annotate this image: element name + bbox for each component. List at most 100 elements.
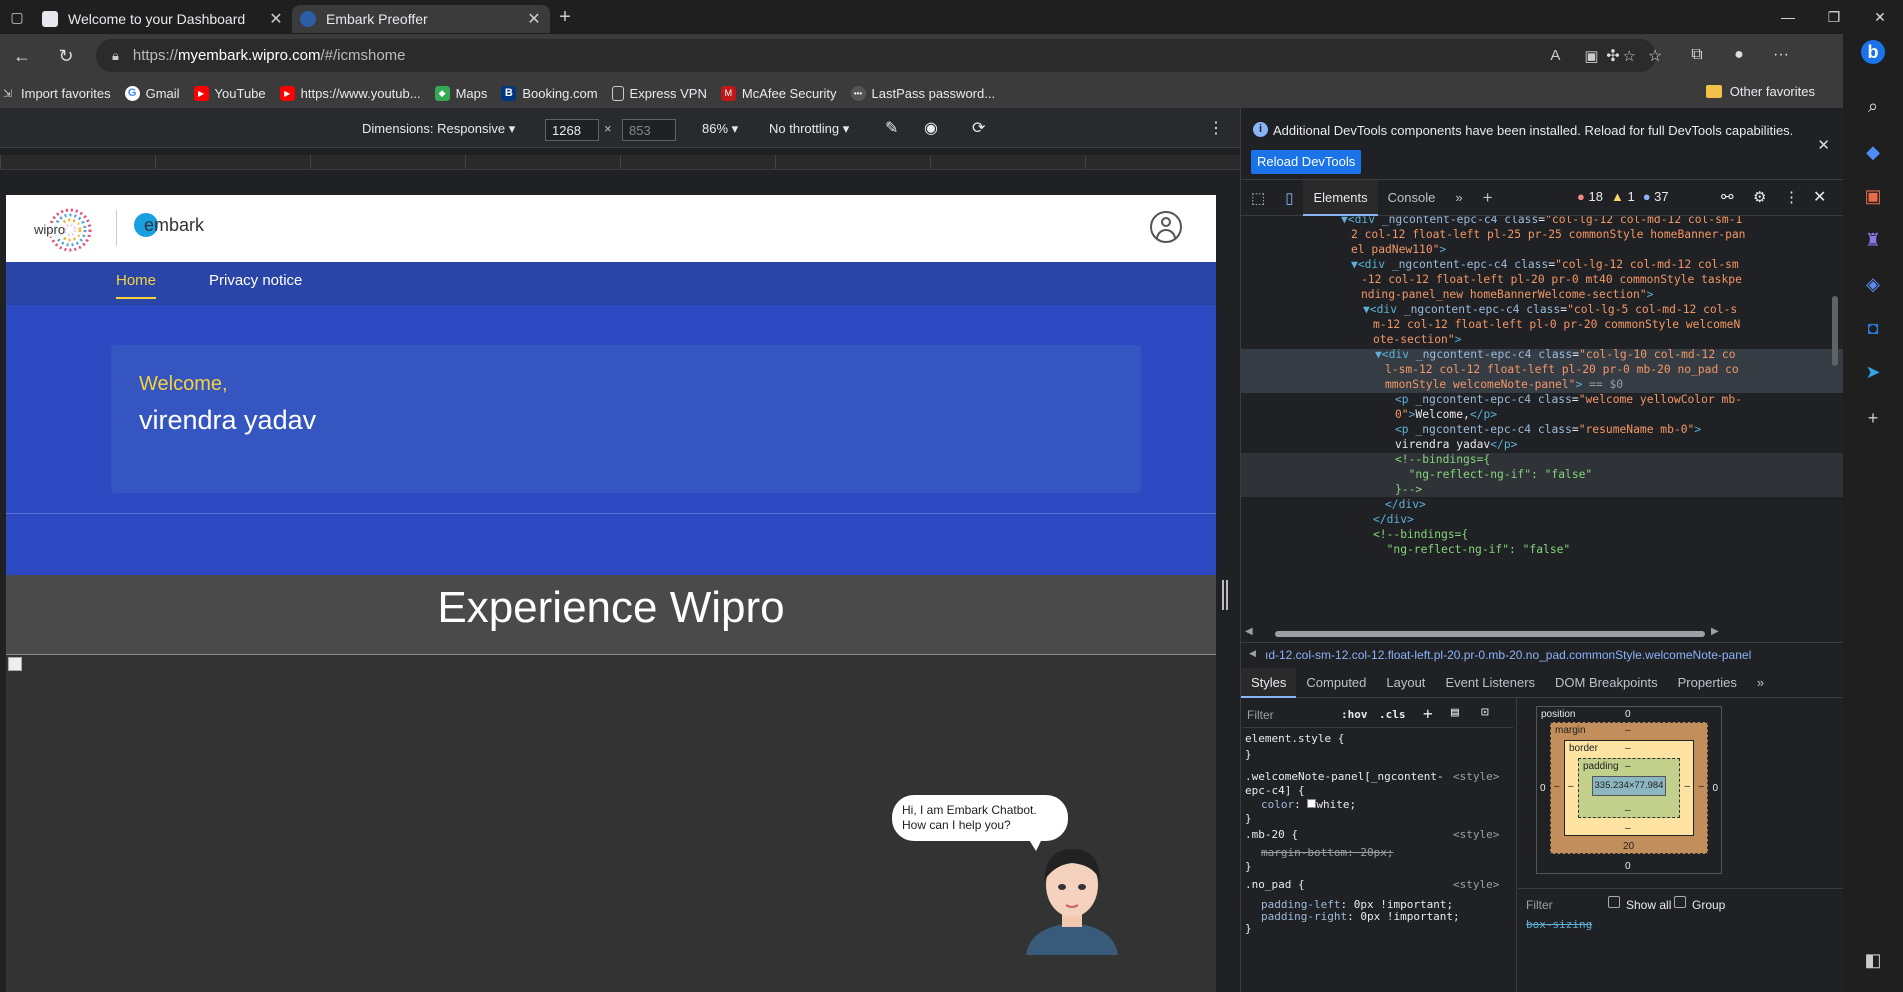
outlook-icon[interactable]: ◘: [1861, 316, 1885, 340]
close-tab-icon[interactable]: ✕: [268, 9, 284, 29]
hov-toggle[interactable]: :hov: [1341, 708, 1368, 721]
games-icon[interactable]: ♜: [1861, 228, 1885, 252]
favorite-import[interactable]: ⇲ Import favorites: [0, 86, 111, 101]
rule-prop-overridden[interactable]: margin-bottom: 20px;: [1261, 846, 1393, 859]
restore-icon[interactable]: ❐: [1811, 0, 1857, 34]
group-checkbox[interactable]: [1674, 896, 1686, 908]
address-bar[interactable]: 🔒︎ https://myembark.wipro.com/#/icmshome…: [96, 39, 1656, 72]
collections-icon[interactable]: ⧉: [1676, 46, 1718, 66]
extensions-icon[interactable]: ✣: [1592, 46, 1634, 66]
new-tab-button[interactable]: +: [550, 6, 580, 29]
dom-node-selected[interactable]: ▼<div _ngcontent-epc-c4 class="col-lg-10…: [1375, 347, 1736, 362]
tab-embark-preoffer[interactable]: Embark Preoffer ✕: [292, 5, 550, 33]
width-input[interactable]: 1268: [545, 119, 599, 141]
send-icon[interactable]: ➤: [1861, 360, 1885, 384]
dimensions-select[interactable]: Dimensions: Responsive ▾: [362, 121, 515, 137]
favorite-maps[interactable]: ◆ Maps: [434, 85, 487, 101]
dom-node[interactable]: ▼<div _ngcontent-epc-c4 class="col-lg-5 …: [1363, 302, 1737, 317]
rotate-icon[interactable]: ⟳: [972, 118, 985, 138]
favorite-gmail[interactable]: G Gmail: [124, 85, 180, 101]
network-conditions-icon[interactable]: ⚯: [1721, 188, 1734, 206]
favorites-icon[interactable]: ☆: [1634, 46, 1676, 66]
vertical-scrollbar[interactable]: [1832, 296, 1838, 366]
issues-badge[interactable]: ● 37: [1643, 189, 1669, 204]
nav-home[interactable]: Home: [116, 272, 157, 299]
dom-comment[interactable]: <!--bindings={: [1395, 452, 1490, 467]
eye-icon[interactable]: ◉: [924, 118, 938, 138]
chatbot-avatar-icon[interactable]: [1016, 835, 1128, 955]
settings-gear-icon[interactable]: ⚙: [1753, 188, 1766, 206]
refresh-icon[interactable]: ↻: [44, 46, 88, 67]
add-sidebar-app-icon[interactable]: +: [1861, 406, 1885, 430]
hide-sidebar-icon[interactable]: ◧: [1861, 948, 1885, 972]
tab-console[interactable]: Console: [1378, 190, 1446, 205]
zoom-select[interactable]: 86% ▾: [702, 121, 738, 137]
device-toggle-icon[interactable]: ▯: [1275, 189, 1303, 207]
close-window-icon[interactable]: ✕: [1857, 0, 1903, 34]
tools-briefcase-icon[interactable]: ▣: [1861, 184, 1885, 208]
more-style-tabs-icon[interactable]: »: [1747, 668, 1774, 698]
rule-source[interactable]: <style>: [1453, 878, 1499, 891]
back-icon[interactable]: ←: [0, 46, 44, 67]
inspect-icon[interactable]: ⬚: [1241, 189, 1275, 207]
sidebar-toggle-icon[interactable]: ⊡: [1481, 705, 1489, 720]
rule-prop[interactable]: padding-right: 0px !important;: [1261, 910, 1460, 923]
other-favorites[interactable]: Other favorites: [1705, 84, 1815, 99]
shopping-tag-icon[interactable]: ◆: [1861, 140, 1885, 164]
tab-actions-icon[interactable]: ▢: [0, 0, 34, 34]
cls-toggle[interactable]: .cls: [1379, 708, 1406, 721]
computed-prop[interactable]: box-sizing: [1526, 918, 1592, 931]
warning-badge[interactable]: ▲ 1: [1611, 189, 1635, 204]
more-tabs-icon[interactable]: »: [1445, 190, 1472, 205]
throttling-select[interactable]: No throttling ▾: [769, 121, 849, 137]
dom-node[interactable]: ▼<div _ngcontent-epc-c4 class="col-lg-12…: [1341, 216, 1742, 227]
resize-handle[interactable]: [1222, 580, 1228, 610]
rule-source[interactable]: <style>: [1453, 828, 1499, 841]
show-all-checkbox[interactable]: [1608, 896, 1620, 908]
tab-dom-breakpoints[interactable]: DOM Breakpoints: [1545, 668, 1668, 698]
rule-source[interactable]: <style>: [1453, 770, 1499, 783]
tab-dashboard[interactable]: Welcome to your Dashboard ✕: [34, 5, 292, 33]
search-icon[interactable]: ⌕: [1861, 94, 1885, 118]
minimize-icon[interactable]: —: [1765, 0, 1811, 34]
rule-element-style[interactable]: element.style {: [1245, 732, 1344, 745]
new-rule-icon[interactable]: +: [1423, 704, 1433, 723]
height-input[interactable]: 853: [622, 119, 676, 141]
tab-layout[interactable]: Layout: [1376, 668, 1435, 698]
scroll-left-icon[interactable]: ◀: [1245, 626, 1253, 637]
tab-styles[interactable]: Styles: [1241, 667, 1297, 698]
favorite-youtube-link[interactable]: ▶ https://www.youtub...: [279, 85, 421, 101]
dom-node[interactable]: ▼<div _ngcontent-epc-c4 class="col-lg-12…: [1351, 257, 1739, 272]
profile-icon[interactable]: ●: [1718, 46, 1760, 66]
scroll-right-icon[interactable]: ▶: [1711, 626, 1719, 637]
close-infobar-icon[interactable]: ✕: [1817, 136, 1830, 154]
kebab-menu-icon[interactable]: ⋮: [1784, 188, 1799, 206]
favorite-mcafee[interactable]: M McAfee Security: [720, 85, 837, 101]
styles-filter-input[interactable]: Filter: [1247, 708, 1274, 722]
dom-node[interactable]: <p _ngcontent-epc-c4 class="resumeName m…: [1395, 422, 1701, 437]
paint-icon[interactable]: ▤: [1451, 705, 1459, 720]
tab-elements[interactable]: Elements: [1303, 179, 1378, 216]
lock-icon[interactable]: 🔒︎: [112, 48, 119, 64]
favorite-lastpass[interactable]: ••• LastPass password...: [850, 85, 995, 101]
read-aloud-icon[interactable]: A: [1550, 47, 1560, 65]
bing-icon[interactable]: b: [1861, 40, 1885, 64]
more-options-icon[interactable]: ⋮: [1208, 118, 1224, 138]
rule-mb20[interactable]: .mb-20 {: [1245, 828, 1298, 841]
tab-event-listeners[interactable]: Event Listeners: [1435, 668, 1545, 698]
horizontal-scrollbar[interactable]: ◀ ▶: [1241, 626, 1844, 642]
dom-node[interactable]: <p _ngcontent-epc-c4 class="welcome yell…: [1395, 392, 1742, 407]
rule-nopad[interactable]: .no_pad {: [1245, 878, 1305, 891]
favorite-express-vpn[interactable]: Express VPN: [611, 85, 707, 101]
favorite-booking[interactable]: B Booking.com: [501, 85, 598, 101]
tab-computed[interactable]: Computed: [1296, 668, 1376, 698]
add-tab-icon[interactable]: +: [1473, 188, 1503, 208]
reload-devtools-button[interactable]: Reload DevTools: [1251, 150, 1362, 174]
close-devtools-icon[interactable]: ✕: [1813, 187, 1826, 207]
microsoft-365-icon[interactable]: ◈: [1861, 272, 1885, 296]
more-menu-icon[interactable]: ···: [1760, 46, 1802, 66]
tab-properties[interactable]: Properties: [1668, 668, 1747, 698]
computed-filter-input[interactable]: Filter: [1526, 898, 1553, 912]
user-profile-icon[interactable]: [1150, 211, 1182, 243]
nav-privacy-notice[interactable]: Privacy notice: [209, 272, 302, 289]
